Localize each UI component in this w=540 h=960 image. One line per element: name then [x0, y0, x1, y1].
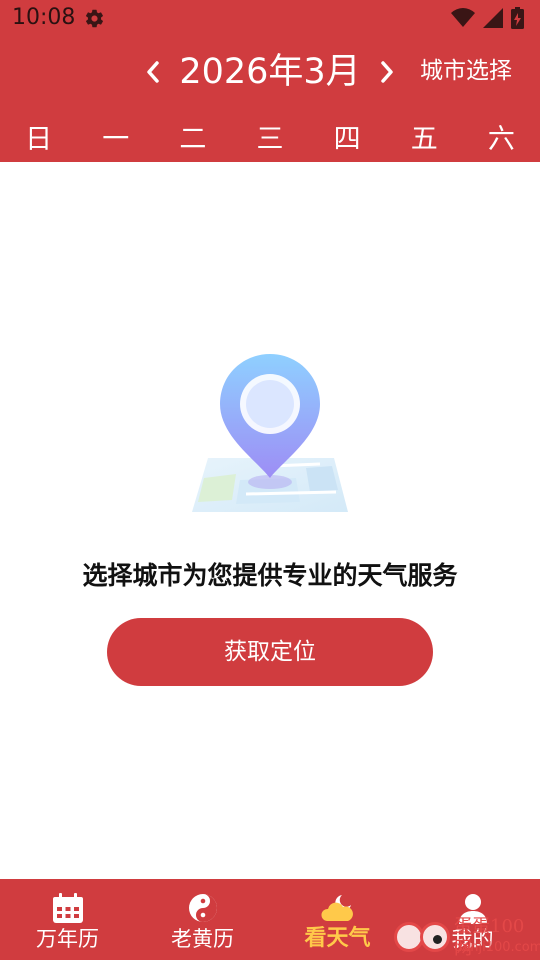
- watermark-circle-icon: [420, 922, 450, 952]
- watermark-url: danji100.com: [454, 940, 540, 955]
- calendar-icon: [52, 893, 83, 923]
- weekday-label: 三: [256, 124, 284, 155]
- chevron-left-icon[interactable]: [138, 54, 168, 90]
- watermark-logo: 蛋蛋100网 danji100.com: [392, 916, 540, 960]
- weekday-label: 一: [102, 124, 130, 155]
- tab-label: 老黄历: [171, 927, 234, 951]
- weekday-label: 四: [333, 124, 361, 155]
- weekday-label: 六: [487, 124, 515, 155]
- month-title: 2026年3月: [179, 52, 361, 92]
- yin-yang-icon: [188, 894, 217, 922]
- month-navigation: 2026年3月 城市选择: [0, 46, 540, 98]
- empty-state-message: 选择城市为您提供专业的天气服务: [82, 561, 458, 590]
- status-time: 10:08: [12, 5, 76, 30]
- weekday-label: 日: [25, 124, 53, 155]
- wifi-icon: [451, 8, 475, 27]
- signal-icon: [483, 8, 503, 28]
- map-pin-illustration: [192, 354, 348, 512]
- chevron-right-icon[interactable]: [372, 54, 402, 90]
- status-icons: [451, 7, 524, 29]
- battery-icon: [511, 7, 524, 29]
- gear-icon: [85, 9, 104, 28]
- tab-label: 看天气: [304, 926, 371, 951]
- city-select-button[interactable]: 城市选择: [420, 56, 512, 86]
- tab-calendar[interactable]: 万年历: [0, 879, 135, 960]
- weekday-header: 日 一 二 三 四 五 六: [0, 118, 540, 162]
- weather-icon: [320, 895, 353, 921]
- header: 10:08 2026年3月 城市选择 日 一 二 三 四 五 六: [0, 0, 540, 162]
- tab-label: 万年历: [36, 927, 99, 951]
- status-bar: 10:08: [0, 0, 540, 38]
- tab-weather[interactable]: 看天气: [270, 879, 405, 960]
- weekday-label: 二: [179, 124, 207, 155]
- get-location-button[interactable]: 获取定位: [107, 618, 433, 686]
- tab-almanac[interactable]: 老黄历: [135, 879, 270, 960]
- weekday-label: 五: [410, 124, 438, 155]
